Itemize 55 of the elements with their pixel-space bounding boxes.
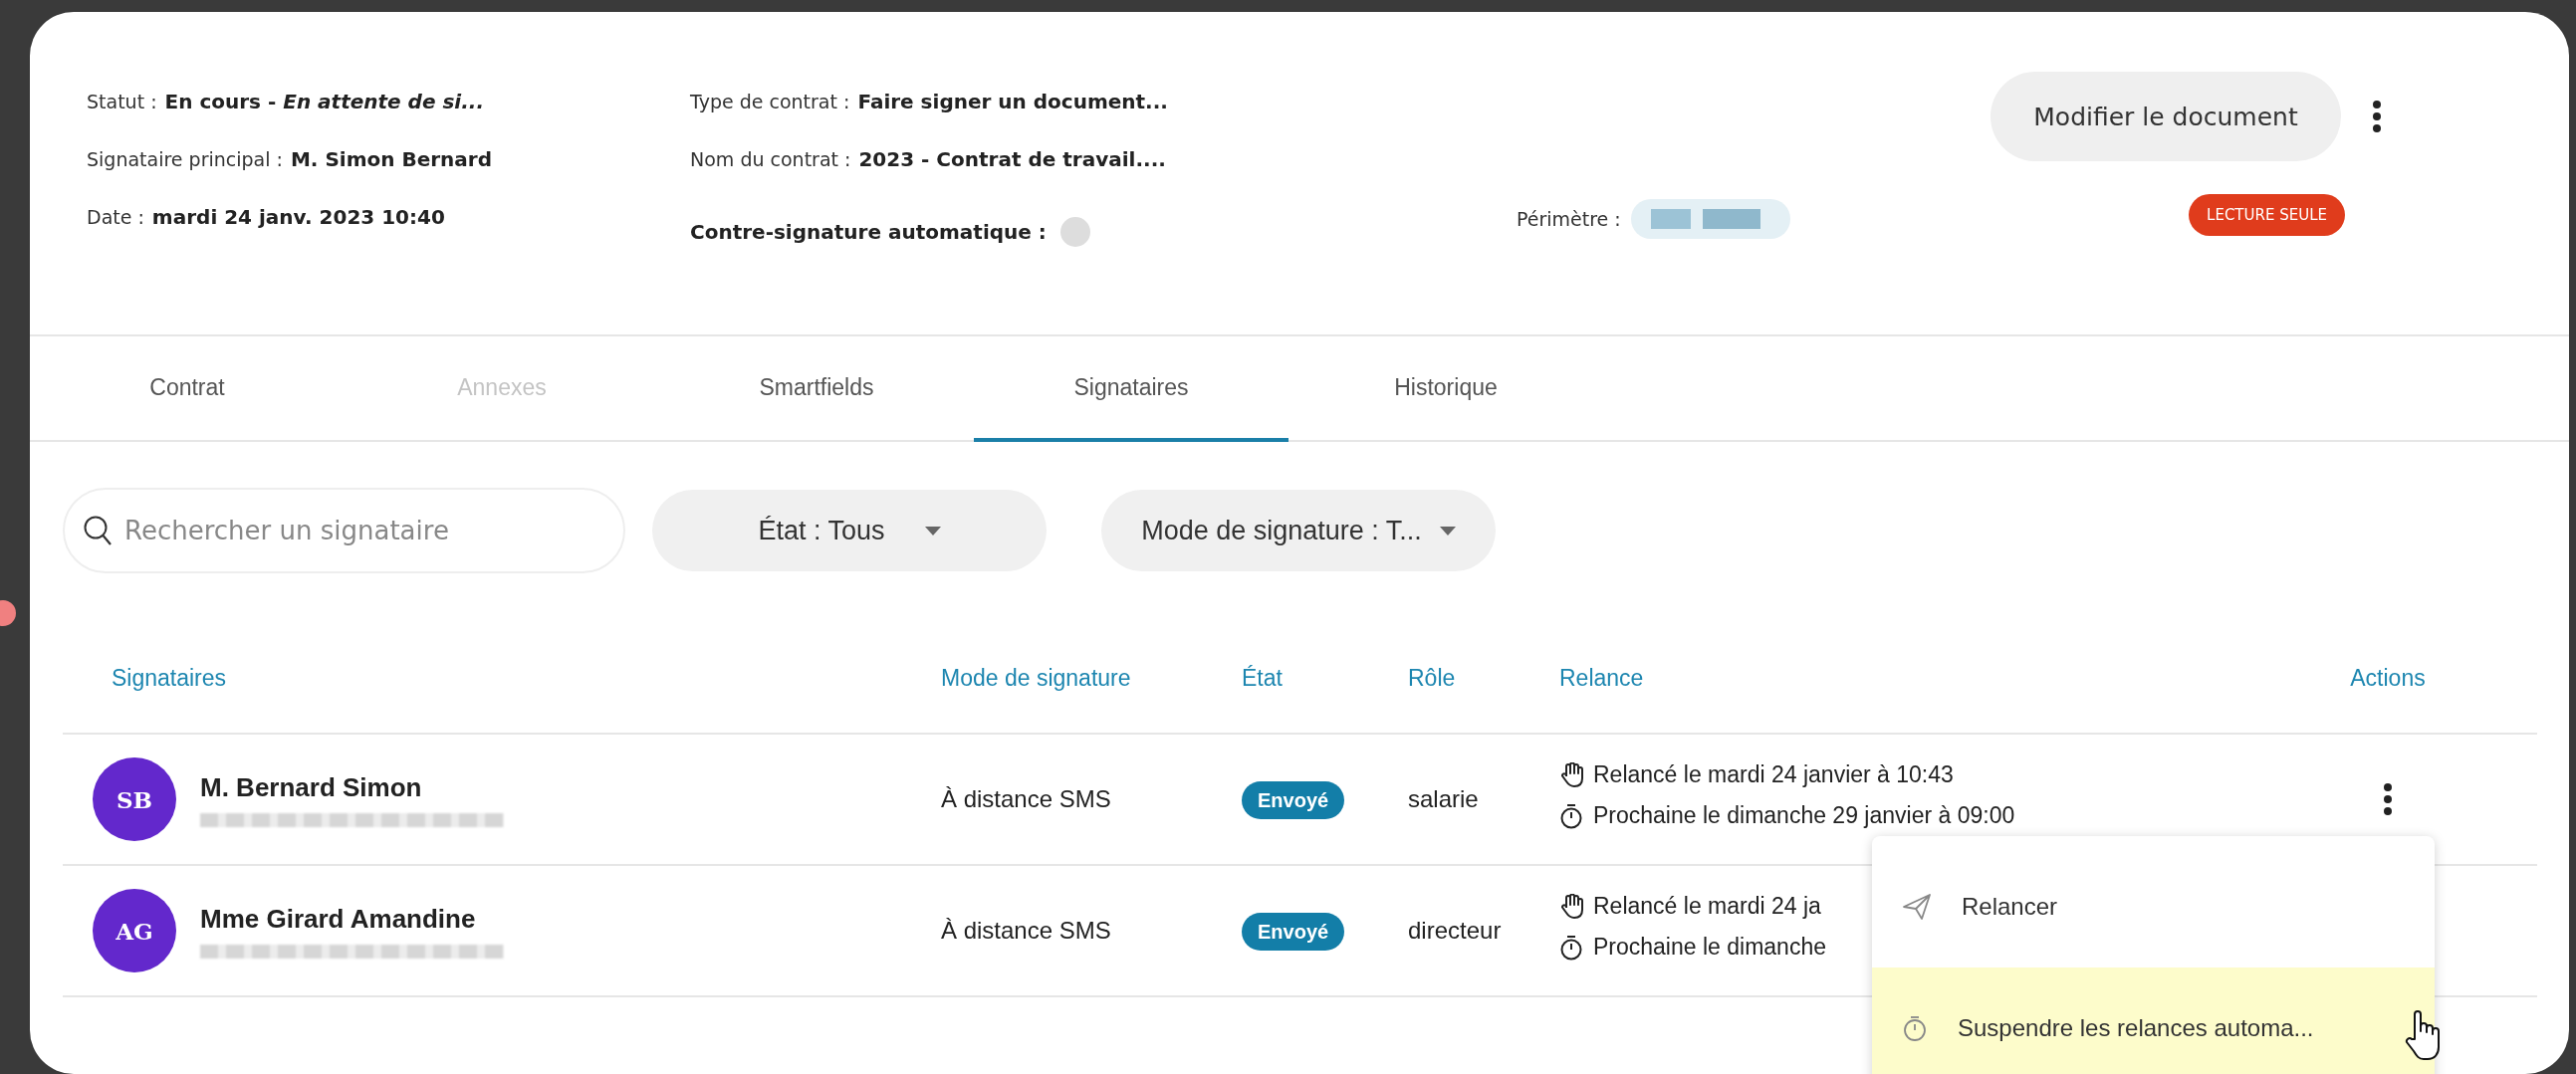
tab[interactable]: Historique xyxy=(1288,336,1603,442)
reminder-text: Prochaine le dimanche 29 janvier à 09:00 xyxy=(1593,802,2015,829)
column-header[interactable]: Mode de signature xyxy=(941,664,1242,692)
reminder-text: Relancé le mardi 24 ja xyxy=(1593,893,1821,920)
signer-name: M. Bernard Simon xyxy=(200,771,423,803)
reminder-text: Prochaine le dimanche xyxy=(1593,934,1826,961)
signer-name: Mme Girard Amandine xyxy=(200,903,477,935)
status-badge: Envoyé xyxy=(1242,781,1345,819)
more-icon[interactable] xyxy=(2371,100,2383,133)
avatar: AG xyxy=(93,889,176,972)
field-value: Faire signer un document... xyxy=(857,90,1168,113)
column-header[interactable]: État xyxy=(1242,664,1408,692)
field-value: M. Simon Bernard xyxy=(290,147,492,171)
tab[interactable]: Contrat xyxy=(30,336,345,442)
table-cell-text: À distance SMS xyxy=(941,785,1112,813)
filter-dropdown[interactable]: État : Tous xyxy=(652,490,1047,571)
field-value: mardi 24 janv. 2023 10:40 xyxy=(151,205,445,229)
hand-icon xyxy=(1559,893,1583,920)
stopwatch-icon xyxy=(1559,934,1583,961)
menu-item[interactable]: Relancer xyxy=(1872,846,2435,967)
status-badge: Envoyé xyxy=(1242,913,1345,951)
reminder-text: Relancé le mardi 24 janvier à 10:43 xyxy=(1593,761,1954,788)
column-header[interactable]: Rôle xyxy=(1408,664,1559,692)
field-label: Périmètre : xyxy=(1517,208,1621,230)
field-value: En cours - En attente de si... xyxy=(164,90,485,113)
menu-item[interactable]: Suspendre les relances automa... xyxy=(1872,967,2435,1074)
table-cell-text: directeur xyxy=(1408,917,1503,945)
stopwatch-icon xyxy=(1559,802,1583,829)
stopwatch-icon xyxy=(1902,1014,1928,1042)
table-cell-text: À distance SMS xyxy=(941,917,1112,945)
search-field[interactable]: Rechercher un signataire xyxy=(63,488,625,573)
edit-document-button[interactable]: Modifier le document xyxy=(1991,72,2341,161)
hand-icon xyxy=(1559,761,1583,788)
field-label: Type de contrat : xyxy=(690,91,850,112)
field-label: Date : xyxy=(87,206,144,228)
column-header[interactable]: Actions xyxy=(2323,664,2453,692)
readonly-badge: LECTURE SEULE xyxy=(2189,194,2345,236)
column-header[interactable]: Relance xyxy=(1559,664,2323,692)
field-label: Signataire principal : xyxy=(87,148,283,170)
field-label: Contre-signature automatique : xyxy=(690,220,1047,244)
caret-icon xyxy=(1439,526,1456,536)
field-label: Statut : xyxy=(87,91,157,112)
toggle-switch[interactable] xyxy=(1059,217,1090,247)
field-value: 2023 - Contrat de travail.... xyxy=(858,147,1166,171)
avatar: SB xyxy=(93,757,176,841)
caret-icon xyxy=(924,526,941,536)
hand-cursor-icon xyxy=(2405,1009,2441,1061)
filter-dropdown[interactable]: Mode de signature : T... xyxy=(1101,490,1496,571)
tab[interactable]: Signataires xyxy=(974,336,1288,442)
field-label: Nom du contrat : xyxy=(690,148,851,170)
more-icon[interactable] xyxy=(2382,782,2394,816)
table-cell-text: salarie xyxy=(1408,785,1480,813)
column-header[interactable]: Signataires xyxy=(112,664,941,692)
send-icon xyxy=(1902,893,1932,921)
tab[interactable]: Smartfields xyxy=(659,336,974,442)
